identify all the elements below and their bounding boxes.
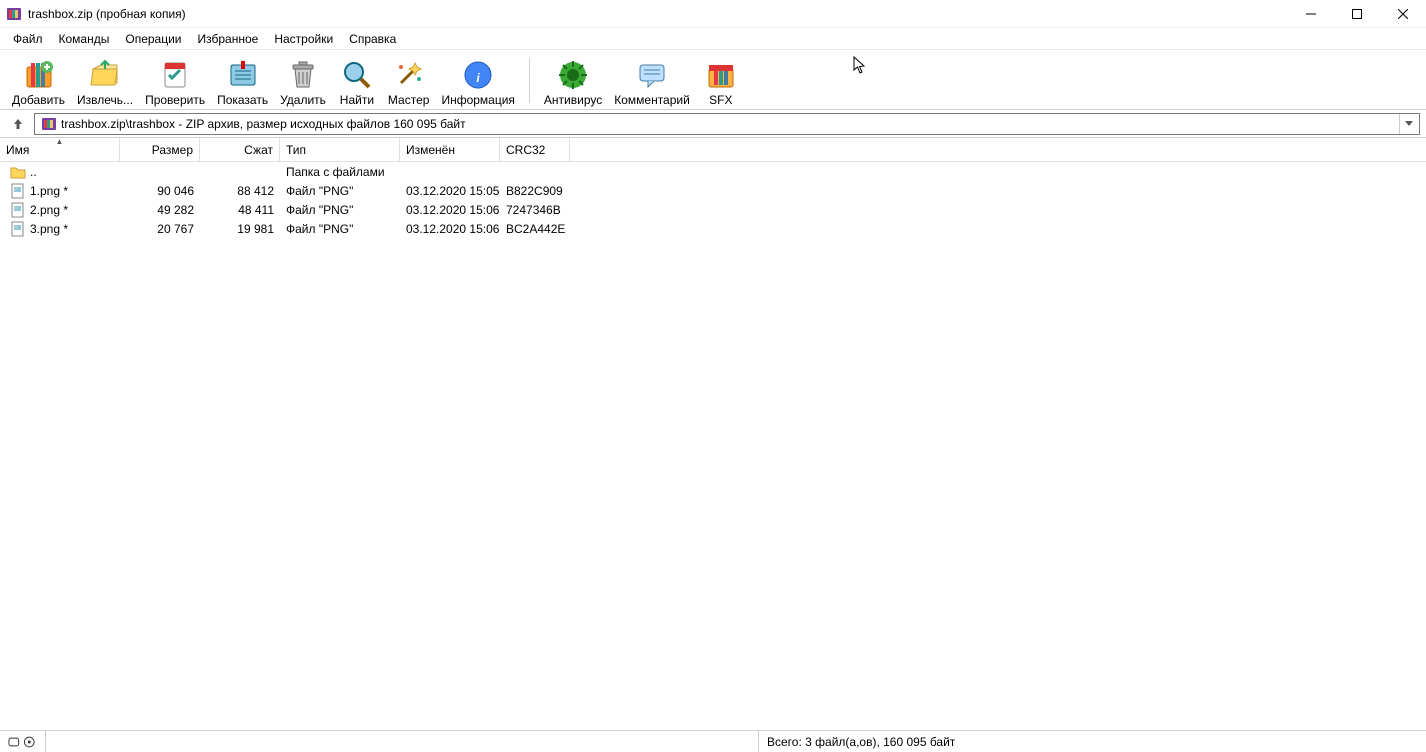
menu-настройки[interactable]: Настройки — [266, 30, 341, 48]
file-name: .. — [30, 165, 37, 179]
minimize-button[interactable] — [1288, 0, 1334, 28]
toolbar-antivirus-button[interactable]: Антивирус — [538, 52, 608, 109]
toolbar-label: Проверить — [145, 93, 205, 107]
find-icon — [341, 59, 373, 91]
file-crc: BC2A442E — [500, 222, 570, 236]
file-row[interactable]: 2.png * 49 28248 411Файл "PNG"03.12.2020 … — [0, 200, 1426, 219]
menu-файл[interactable]: Файл — [5, 30, 51, 48]
toolbar-find-button[interactable]: Найти — [332, 52, 382, 109]
menu-избранное[interactable]: Избранное — [190, 30, 267, 48]
toolbar-label: Извлечь... — [77, 93, 133, 107]
file-size: 20 767 — [120, 222, 200, 236]
sfx-icon — [705, 59, 737, 91]
png-file-icon — [10, 202, 26, 218]
path-box[interactable]: trashbox.zip\trashbox - ZIP архив, разме… — [34, 113, 1420, 135]
maximize-button[interactable] — [1334, 0, 1380, 28]
view-icon — [227, 59, 259, 91]
column-headers: Имя ▲ Размер Сжат Тип Изменён CRC32 — [0, 138, 1426, 162]
file-type: Файл "PNG" — [280, 222, 400, 236]
toolbar-label: Показать — [217, 93, 268, 107]
close-button[interactable] — [1380, 0, 1426, 28]
file-list[interactable]: ..Папка с файлами1.png *90 04688 412Файл… — [0, 162, 1426, 730]
file-name: 2.png * — [30, 203, 68, 217]
toolbar-comment-button[interactable]: Комментарий — [608, 52, 696, 109]
file-name: 1.png * — [30, 184, 68, 198]
toolbar-test-button[interactable]: Проверить — [139, 52, 211, 109]
toolbar-label: Антивирус — [544, 93, 602, 107]
status-total: Всего: 3 файл(а,ов), 160 095 байт — [759, 731, 1426, 752]
comment-icon — [636, 59, 668, 91]
status-left — [46, 731, 759, 752]
file-type: Папка с файлами — [280, 165, 400, 179]
column-name[interactable]: Имя ▲ — [0, 138, 120, 161]
path-dropdown-button[interactable] — [1399, 114, 1417, 134]
window-title: trashbox.zip (пробная копия) — [28, 7, 1288, 21]
toolbar-sfx-button[interactable]: SFX — [696, 52, 746, 109]
test-icon — [159, 59, 191, 91]
toolbar-info-button[interactable]: i Информация — [435, 52, 520, 109]
menu-справка[interactable]: Справка — [341, 30, 404, 48]
folder-icon — [10, 164, 26, 180]
status-lock-icon — [0, 731, 46, 752]
toolbar-label: Найти — [340, 93, 374, 107]
toolbar-label: Мастер — [388, 93, 430, 107]
file-row[interactable]: 3.png * 20 76719 981Файл "PNG"03.12.2020 … — [0, 219, 1426, 238]
parent-folder-row[interactable]: .. Папка с файлами — [0, 162, 1426, 181]
column-packed[interactable]: Сжат — [200, 138, 280, 161]
sort-indicator-icon: ▲ — [56, 137, 64, 146]
file-date: 03.12.2020 15:05 — [400, 184, 500, 198]
archive-icon — [41, 116, 57, 132]
menu-операции[interactable]: Операции — [117, 30, 189, 48]
toolbar-label: SFX — [709, 93, 732, 107]
address-bar: trashbox.zip\trashbox - ZIP архив, разме… — [0, 110, 1426, 138]
toolbar-label: Удалить — [280, 93, 326, 107]
png-file-icon — [10, 183, 26, 199]
toolbar-extract-button[interactable]: Извлечь... — [71, 52, 139, 109]
toolbar-separator — [529, 58, 530, 103]
status-bar: Всего: 3 файл(а,ов), 160 095 байт — [0, 730, 1426, 752]
extract-icon — [89, 59, 121, 91]
column-date[interactable]: Изменён — [400, 138, 500, 161]
add-icon — [23, 59, 55, 91]
title-bar: trashbox.zip (пробная копия) — [0, 0, 1426, 28]
app-icon — [6, 6, 22, 22]
file-crc: 7247346B — [500, 203, 570, 217]
column-crc[interactable]: CRC32 — [500, 138, 570, 161]
file-packed: 19 981 — [200, 222, 280, 236]
file-packed: 48 411 — [200, 203, 280, 217]
path-text: trashbox.zip\trashbox - ZIP архив, разме… — [61, 117, 1399, 131]
toolbar-label: Информация — [441, 93, 514, 107]
toolbar-label: Комментарий — [614, 93, 690, 107]
file-crc: B822C909 — [500, 184, 570, 198]
toolbar-view-button[interactable]: Показать — [211, 52, 274, 109]
toolbar-wizard-button[interactable]: Мастер — [382, 52, 436, 109]
column-size[interactable]: Размер — [120, 138, 200, 161]
toolbar-label: Добавить — [12, 93, 65, 107]
file-name: 3.png * — [30, 222, 68, 236]
file-size: 90 046 — [120, 184, 200, 198]
file-type: Файл "PNG" — [280, 184, 400, 198]
toolbar: Добавить Извлечь... Проверить Показать Удали… — [0, 50, 1426, 110]
column-type[interactable]: Тип — [280, 138, 400, 161]
delete-icon — [287, 59, 319, 91]
antivirus-icon — [557, 59, 589, 91]
up-button[interactable] — [6, 113, 30, 135]
file-size: 49 282 — [120, 203, 200, 217]
png-file-icon — [10, 221, 26, 237]
menu-bar: ФайлКомандыОперацииИзбранноеНастройкиСпр… — [0, 28, 1426, 50]
toolbar-add-button[interactable]: Добавить — [6, 52, 71, 109]
info-icon: i — [462, 59, 494, 91]
file-date: 03.12.2020 15:06 — [400, 203, 500, 217]
file-date: 03.12.2020 15:06 — [400, 222, 500, 236]
file-packed: 88 412 — [200, 184, 280, 198]
file-type: Файл "PNG" — [280, 203, 400, 217]
menu-команды[interactable]: Команды — [51, 30, 118, 48]
file-row[interactable]: 1.png * 90 04688 412Файл "PNG"03.12.2020 … — [0, 181, 1426, 200]
wizard-icon — [393, 59, 425, 91]
toolbar-delete-button[interactable]: Удалить — [274, 52, 332, 109]
